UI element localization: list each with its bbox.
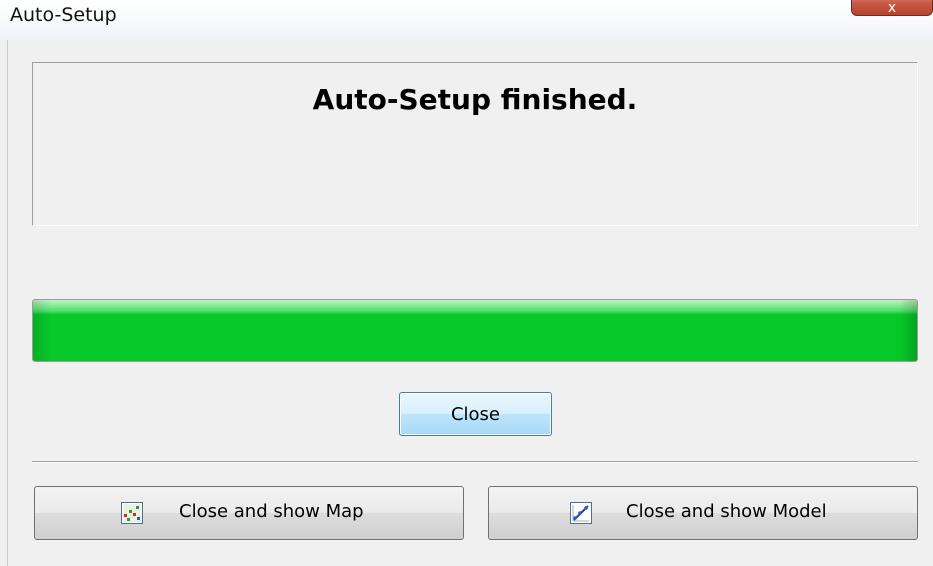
close-button[interactable]: Close <box>399 392 552 436</box>
window-border <box>7 40 8 566</box>
close-and-show-model-label: Close and show Model <box>626 501 827 522</box>
status-message: Auto-Setup finished. <box>312 83 638 116</box>
model-icon <box>570 502 592 524</box>
close-and-show-map-label: Close and show Map <box>179 501 364 522</box>
window-title: Auto-Setup <box>10 4 117 26</box>
message-panel: Auto-Setup finished. <box>32 62 918 226</box>
map-icon <box>121 502 143 524</box>
title-bar: Auto-Setup x <box>0 0 933 40</box>
window-close-button[interactable]: x <box>851 0 933 16</box>
progress-bar <box>32 299 918 362</box>
close-and-show-model-button[interactable]: Close and show Model <box>488 486 918 540</box>
progress-bar-fill <box>33 300 917 361</box>
close-and-show-map-button[interactable]: Close and show Map <box>34 486 464 540</box>
separator <box>32 461 918 463</box>
